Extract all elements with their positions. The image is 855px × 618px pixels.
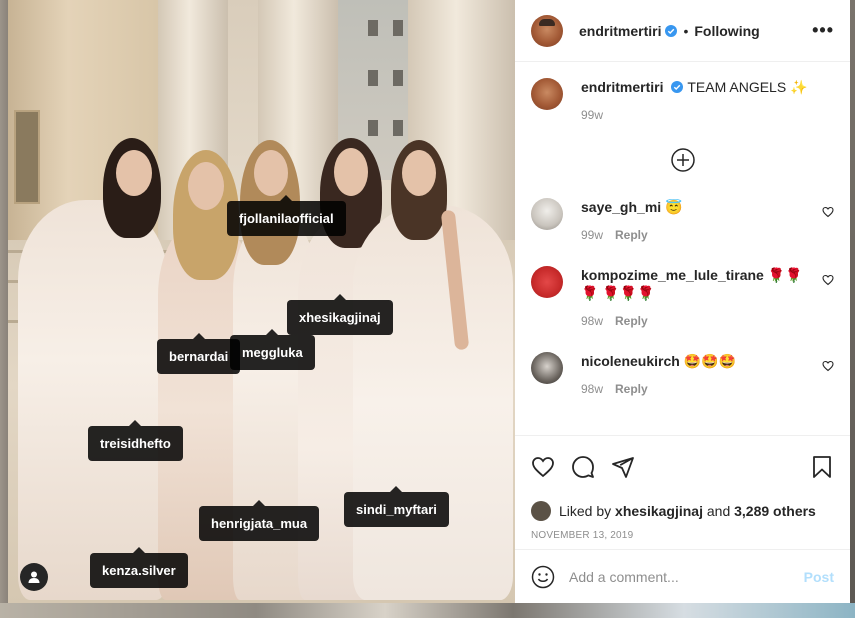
photo-user-tag[interactable]: kenza.silver [90, 547, 188, 588]
comment-username[interactable]: kompozime_me_lule_tirane [581, 267, 764, 283]
like-comment-heart-icon[interactable] [822, 274, 834, 286]
post-modal: fjollanilaofficial xhesikagjinaj bernard… [8, 0, 850, 603]
comment-text: 😇 [665, 199, 683, 215]
bride-face [254, 150, 288, 196]
emoji-smiley-icon[interactable] [531, 565, 555, 589]
post-header: endritmertiri • Following ••• [515, 0, 850, 62]
caption-text: TEAM ANGELS [687, 79, 787, 95]
bride-face [116, 150, 152, 196]
bride-face [402, 150, 436, 196]
comment-item: saye_gh_mi 😇 99w Reply [531, 198, 834, 244]
author-avatar[interactable] [531, 14, 563, 47]
comment-username[interactable]: nicoleneukirch [581, 353, 680, 369]
more-options-button[interactable]: ••• [812, 20, 834, 41]
photo-user-tag[interactable]: sindi_myftari [344, 486, 449, 527]
comment-item: nicoleneukirch 🤩🤩🤩 98w Reply [531, 352, 834, 398]
like-heart-icon[interactable] [531, 455, 555, 479]
like-comment-heart-icon[interactable] [822, 360, 834, 372]
reply-button[interactable]: Reply [615, 382, 648, 396]
person-icon [28, 571, 40, 583]
photo-user-tag[interactable]: henrigjata_mua [199, 500, 320, 541]
tagged-users-button[interactable] [20, 563, 48, 591]
verified-badge-icon [665, 24, 678, 37]
share-paper-plane-icon[interactable] [611, 455, 635, 479]
author-username[interactable]: endritmertiri [579, 23, 661, 39]
comment-age[interactable]: 98w [581, 382, 603, 396]
photo-user-tag[interactable]: treisidhefto [88, 420, 183, 461]
author-avatar[interactable] [531, 78, 563, 110]
commenter-avatar[interactable] [531, 266, 563, 298]
post-actions-bar [515, 435, 850, 497]
caption-age[interactable]: 99w [581, 108, 603, 122]
reply-button[interactable]: Reply [615, 314, 648, 328]
verified-badge-icon [671, 81, 684, 93]
commenter-avatar[interactable] [531, 198, 563, 230]
bride-dress [353, 205, 513, 600]
comment-age[interactable]: 99w [581, 228, 603, 242]
header-separator: • [683, 22, 689, 39]
likes-joiner: and [706, 503, 731, 519]
caption-row: endritmertiri TEAM ANGELS ✨ 99w [531, 78, 834, 124]
likes-summary: Liked by xhesikagjinaj and 3,289 others [515, 497, 850, 525]
commenter-avatar[interactable] [531, 352, 563, 384]
bride-face [334, 148, 368, 196]
caption-username[interactable]: endritmertiri [581, 79, 663, 95]
add-comment-input[interactable]: Add a comment... [569, 569, 804, 585]
save-bookmark-icon[interactable] [810, 455, 834, 479]
feed-backdrop-strip [0, 603, 855, 618]
plus-circle-icon [670, 148, 695, 172]
post-date[interactable]: NOVEMBER 13, 2019 [515, 525, 850, 549]
comment-username[interactable]: saye_gh_mi [581, 199, 661, 215]
photo-user-tag[interactable]: fjollanilaofficial [227, 195, 346, 236]
load-more-comments-button[interactable] [531, 148, 834, 172]
likes-others-link[interactable]: 3,289 others [734, 503, 816, 519]
photo-user-tag[interactable]: xhesikagjinaj [287, 294, 393, 335]
comment-item: kompozime_me_lule_tirane 🌹🌹🌹 🌹🌹🌹 98w Repl… [531, 266, 834, 330]
sparkles-emoji: ✨ [790, 79, 808, 95]
post-side-panel: endritmertiri • Following ••• endritmert… [515, 0, 850, 603]
comment-age[interactable]: 98w [581, 314, 603, 328]
liker-avatar[interactable] [531, 501, 551, 521]
comments-list[interactable]: endritmertiri TEAM ANGELS ✨ 99w saye_gh_… [515, 62, 850, 435]
comment-text: 🤩🤩🤩 [683, 353, 736, 369]
photo-user-tag[interactable]: bernardai [157, 333, 241, 374]
likes-prefix: Liked by [559, 503, 612, 519]
liker-username[interactable]: xhesikagjinaj [615, 503, 703, 519]
add-comment-bar: Add a comment... Post [515, 549, 850, 603]
post-comment-button[interactable]: Post [804, 569, 834, 585]
photo-user-tag[interactable]: meggluka [230, 329, 315, 370]
following-button[interactable]: Following [694, 23, 759, 39]
comment-bubble-icon[interactable] [571, 455, 595, 479]
like-comment-heart-icon[interactable] [822, 206, 834, 218]
bride-face [188, 162, 224, 210]
bride-dress [18, 200, 168, 600]
post-photo[interactable]: fjollanilaofficial xhesikagjinaj bernard… [8, 0, 515, 603]
reply-button[interactable]: Reply [615, 228, 648, 242]
